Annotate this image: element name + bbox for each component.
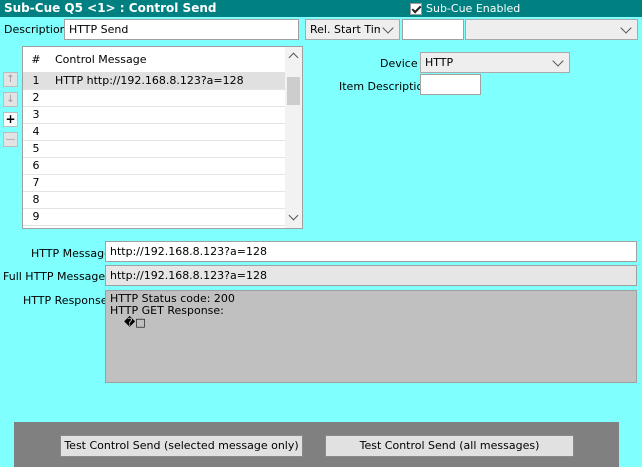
row-number: 2 — [32, 91, 40, 104]
item-description-label: Item Description — [339, 80, 431, 93]
time-extra-select[interactable] — [465, 19, 638, 40]
table-row[interactable]: 5 — [23, 140, 285, 158]
scrollbar-thumb[interactable] — [287, 77, 300, 105]
move-down-button[interactable]: ↓ — [3, 92, 18, 107]
add-message-button[interactable]: + — [3, 112, 18, 127]
row-number: 4 — [32, 125, 40, 138]
row-message: HTTP http://192.168.8.123?a=128 — [55, 74, 244, 87]
grid-scrollbar[interactable] — [285, 47, 302, 228]
http-message-input[interactable]: http://192.168.8.123?a=128 — [105, 241, 637, 262]
table-row[interactable]: 3 — [23, 106, 285, 124]
table-row[interactable]: 2 — [23, 89, 285, 107]
page-title: Sub-Cue Q5 <1> : Control Send — [4, 1, 217, 15]
control-message-grid[interactable]: # Control Message 1 HTTP http://192.168.… — [22, 46, 303, 229]
timing-mode-value: Rel. Start Time — [310, 23, 380, 36]
scroll-down-icon[interactable] — [288, 210, 299, 221]
move-up-button[interactable]: ↑ — [3, 72, 18, 87]
row-number: 8 — [32, 193, 40, 206]
full-http-message-field: http://192.168.8.123?a=128 — [105, 265, 637, 286]
device-select[interactable]: HTTP — [420, 52, 570, 73]
subcue-enabled-label: Sub-Cue Enabled — [426, 2, 521, 15]
http-message-label: HTTP Message — [31, 247, 111, 260]
timing-mode-select[interactable]: Rel. Start Time — [305, 19, 400, 40]
full-http-message-label: Full HTTP Message — [3, 270, 106, 283]
test-all-button[interactable]: Test Control Send (all messages) — [325, 435, 574, 457]
grid-header: # Control Message — [23, 47, 285, 72]
subcue-enabled-checkbox[interactable] — [410, 2, 422, 15]
table-row[interactable]: 1 HTTP http://192.168.8.123?a=128 — [23, 72, 285, 90]
table-row[interactable]: 7 — [23, 174, 285, 192]
row-number: 5 — [32, 142, 40, 155]
row-number: 9 — [32, 210, 40, 223]
row-number: 1 — [32, 74, 40, 87]
subcue-enabled-toggle[interactable]: Sub-Cue Enabled — [410, 1, 520, 16]
table-row[interactable]: 6 — [23, 157, 285, 175]
table-row[interactable]: 4 — [23, 123, 285, 141]
table-row[interactable]: 9 — [23, 208, 285, 226]
column-header-message: Control Message — [55, 53, 147, 66]
description-input[interactable]: HTTP Send — [64, 19, 299, 40]
http-response-box[interactable]: HTTP Status code: 200 HTTP GET Response:… — [105, 290, 637, 383]
row-number: 6 — [32, 159, 40, 172]
column-header-number: # — [31, 53, 41, 66]
test-selected-button[interactable]: Test Control Send (selected message only… — [60, 435, 303, 457]
scroll-up-icon[interactable] — [288, 52, 299, 63]
device-value: HTTP — [425, 56, 454, 69]
chevron-down-icon — [620, 22, 632, 34]
http-response-line: HTTP GET Response: — [110, 304, 224, 317]
time-input[interactable] — [402, 19, 464, 40]
remove-message-button[interactable]: — — [3, 132, 18, 147]
chevron-down-icon — [382, 22, 394, 34]
row-number: 7 — [32, 176, 40, 189]
http-response-label: HTTP Response — [23, 294, 108, 307]
chevron-down-icon — [552, 55, 564, 67]
table-row[interactable]: 8 — [23, 191, 285, 209]
device-label: Device — [380, 57, 418, 70]
row-number: 3 — [32, 108, 40, 121]
description-label: Description — [4, 23, 67, 36]
item-description-input[interactable] — [420, 74, 481, 95]
http-response-line: �□ — [110, 316, 146, 329]
